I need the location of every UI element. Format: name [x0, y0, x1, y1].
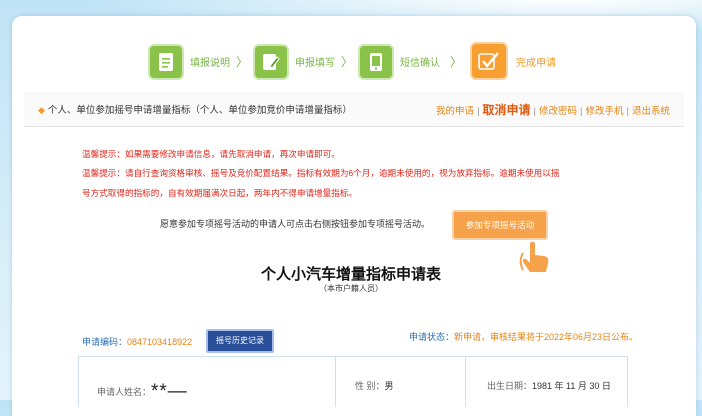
form-title: 个人小汽车增量指标申请表: [260, 266, 441, 283]
warning-text: 温馨提示：请自行查询资格审核、摇号及竞价配置结果。指标有效期为6个月，逾期未使用…: [82, 168, 560, 178]
divider: |: [626, 106, 629, 117]
gender-label: 性 别：: [355, 381, 385, 391]
application-code: 申请编码：0847103418922: [82, 335, 192, 348]
step-label: 申报填写: [295, 58, 335, 69]
document-icon: [148, 44, 184, 80]
gender-value: 男: [384, 381, 394, 391]
progress-steps: 填报说明 〉 申报填写 〉 短信确认 〉 完成申请: [148, 42, 568, 80]
account-links: 我的申请 | 取消申请 | 修改密码 | 修改手机 | 退出系统: [436, 101, 670, 118]
warning-text: 号方式取得的指标的，自有效期届满次日起，两年内不得申请增量指标。: [82, 188, 358, 198]
diamond-bullet-icon: ◆: [38, 105, 45, 115]
phone-icon: [358, 44, 394, 80]
birth-date-cell: 出生日期：1981 年 11 月 30 日: [487, 379, 611, 392]
step-label: 完成申请: [516, 58, 556, 69]
logout-link[interactable]: 退出系统: [632, 106, 670, 117]
status-value: 新申请，审核结果将于2022年06月23日公布。: [453, 332, 638, 342]
application-status: 申请状态：新申请，审核结果将于2022年06月23日公布。: [409, 330, 638, 343]
chevron-right-icon: 〉: [341, 55, 354, 69]
chevron-right-icon: 〉: [450, 55, 463, 69]
join-special-lottery-button[interactable]: 参加专项摇号活动: [452, 210, 548, 240]
section-header: ◆ 个人、单位参加摇号申请增量指标（个人、单位参加竞价申请增量指标） 我的申请 | 取…: [24, 92, 684, 127]
special-lottery-notice: 愿意参加专项摇号活动的申请人可点击右侧按钮参加专项摇号活动。: [160, 219, 431, 229]
check-icon: [470, 42, 508, 80]
warning-text: 温馨提示：如果需要修改申请信息，请先取消申请，再次申请即可。: [82, 149, 340, 159]
page-title: ◆ 个人、单位参加摇号申请增量指标（个人、单位参加竞价申请增量指标）: [38, 102, 352, 116]
change-phone-link[interactable]: 修改手机: [586, 106, 624, 117]
divider: |: [580, 106, 583, 117]
divider: |: [477, 106, 480, 117]
applicant-name-cell: 申请人姓名：**—: [97, 379, 188, 402]
applicant-name-value: **—: [151, 381, 188, 402]
cancel-apply-link[interactable]: 取消申请: [483, 103, 531, 117]
chevron-right-icon: 〉: [236, 55, 249, 69]
edit-icon: [253, 44, 289, 80]
birth-date-label: 出生日期：: [487, 381, 533, 391]
step-label: 短信确认: [400, 58, 440, 69]
code-value: 0847103418922: [127, 337, 193, 347]
lottery-history-button[interactable]: 摇号历史记录: [206, 329, 274, 353]
change-password-link[interactable]: 修改密码: [539, 106, 577, 117]
step-label: 填报说明: [190, 58, 230, 69]
my-apply-link[interactable]: 我的申请: [436, 106, 474, 117]
code-label: 申请编码：: [82, 337, 128, 347]
gender-cell: 性 别：男: [355, 379, 394, 392]
divider: |: [533, 106, 537, 117]
birth-date-value: 1981 年 11 月 30 日: [532, 381, 611, 391]
status-label: 申请状态：: [408, 332, 454, 342]
applicant-info-table: 申请人姓名：**— 性 别：男 出生日期：1981 年 11 月 30 日: [78, 356, 628, 407]
page-title-text: 个人、单位参加摇号申请增量指标（个人、单位参加竞价申请增量指标）: [47, 105, 352, 116]
form-subtitle: （本市户籍人员）: [319, 284, 383, 293]
applicant-name-label: 申请人姓名：: [97, 387, 152, 397]
